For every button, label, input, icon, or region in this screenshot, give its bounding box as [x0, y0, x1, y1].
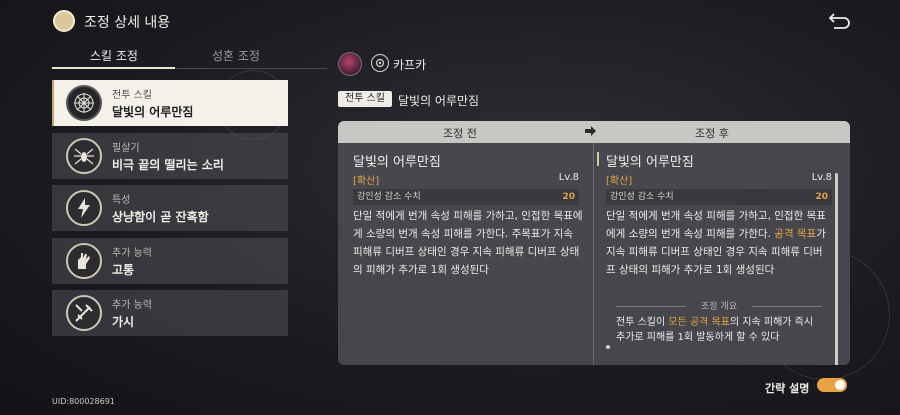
spider-icon: [66, 137, 102, 174]
skill-item-trace-2[interactable]: 추가 능력 가시: [52, 290, 288, 336]
tab-divider: [175, 68, 327, 69]
skill-item-talent[interactable]: 특성 상냥함이 곧 잔혹함: [52, 185, 288, 231]
skill-level: Lv.8: [558, 172, 579, 183]
skill-item-ultimate[interactable]: 필살기 비극 끝의 떨리는 소리: [52, 132, 288, 179]
brief-description-label: 간략 설명: [765, 382, 810, 395]
arrow-right-icon: [583, 124, 597, 138]
skill-tag-row: [확산] Lv.8: [606, 172, 832, 187]
toggle-knob: [835, 380, 845, 390]
title-marker: [597, 152, 599, 166]
summary-highlight: 모든 공격 목표: [668, 317, 730, 328]
skill-list: 전투 스킬 달빛의 어루만짐 필살기 비극 끝의 떨리는 소리 특성 상냥함이 …: [52, 80, 288, 343]
skill-tag-row: [확산] Lv.8: [353, 172, 579, 187]
brief-description-toggle[interactable]: [817, 378, 847, 392]
stat-value: 20: [562, 192, 575, 202]
skill-level: Lv.8: [811, 172, 832, 183]
skill-description: 단일 적에게 번개 속성 피해를 가하고, 인접한 목표에게 소량의 번개 속성…: [353, 210, 583, 276]
comparison-panel: 조정 전 조정 후 달빛의 어루만짐 [확산] Lv.8 강인성 감소 수치 2…: [338, 121, 850, 365]
skill-name-label: 달빛의 어루만짐: [112, 105, 194, 119]
desc-highlight: 공격 목표: [774, 228, 817, 240]
comparison-header: 조정 전 조정 후: [338, 121, 850, 143]
nihility-path-icon: [371, 54, 389, 72]
top-bar: 조정 상세 내용: [0, 0, 900, 44]
toughness-stat-row: 강인성 감소 수치 20: [353, 189, 579, 205]
page-title: 조정 상세 내용: [84, 15, 171, 31]
skill-description: 단일 적에게 번개 속성 피해를 가하고, 인접한 목표에게 소량의 번개 속성…: [606, 207, 832, 279]
after-column: 달빛의 어루만짐 [확산] Lv.8 강인성 감소 수치 20 단일 적에게 번…: [594, 143, 850, 365]
character-avatar: [338, 52, 362, 76]
sword-icon: [66, 295, 102, 331]
skill-name-label: 고통: [112, 262, 135, 277]
skill-type-label: 필살기: [112, 142, 140, 154]
skill-type-label: 전투 스킬: [112, 90, 152, 101]
summary-label: 조정 개요: [606, 299, 832, 313]
selected-skill-title: 달빛의 어루만짐: [398, 94, 480, 108]
uid-label: UID:800028691: [52, 397, 115, 406]
stat-label: 강인성 감소 수치: [610, 192, 674, 202]
skill-effect-tag: [확산]: [606, 176, 633, 187]
skill-type-label: 추가 능력: [112, 247, 152, 259]
web-icon: [66, 85, 102, 121]
skill-name-label: 비극 끝의 떨리는 소리: [112, 157, 224, 172]
app-logo: [53, 10, 75, 32]
skill-effect-tag: [확산]: [353, 176, 380, 187]
summary-part: 전투 스킬이: [616, 317, 669, 328]
skill-item-trace-1[interactable]: 추가 능력 고통: [52, 237, 288, 284]
skill-item-combat[interactable]: 전투 스킬 달빛의 어루만짐: [52, 80, 288, 126]
hand-icon: [66, 242, 102, 279]
skill-category-badge: 전투 스킬: [338, 91, 392, 107]
adjustment-tabs: 스킬 조정 성혼 조정: [52, 44, 327, 70]
after-label: 조정 후: [695, 127, 729, 140]
before-label: 조정 전: [443, 127, 477, 140]
before-column: 달빛의 어루만짐 [확산] Lv.8 강인성 감소 수치 20 단일 적에게 번…: [338, 143, 594, 365]
tab-eidolon-adjust[interactable]: 성혼 조정: [212, 47, 260, 64]
character-name: 카프카: [393, 58, 427, 72]
skill-name-label: 가시: [112, 315, 135, 329]
skill-type-label: 특성: [112, 195, 131, 206]
skill-type-label: 추가 능력: [112, 300, 152, 311]
tab-skill-adjust[interactable]: 스킬 조정: [90, 47, 138, 64]
summary-text: 전투 스킬이 모든 공격 목표의 지속 피해가 즉시 추가로 피해를 1회 발동…: [616, 315, 822, 345]
back-arrow-icon[interactable]: [828, 10, 852, 32]
skill-title: 달빛의 어루만짐: [353, 155, 441, 170]
toughness-stat-row: 강인성 감소 수치 20: [606, 189, 832, 205]
skill-name-label: 상냥함이 곧 잔혹함: [112, 210, 209, 224]
lightning-icon: [66, 190, 102, 226]
skill-title: 달빛의 어루만짐: [606, 155, 694, 170]
stat-label: 강인성 감소 수치: [357, 192, 421, 202]
bullet-icon: [606, 345, 610, 349]
stat-value: 20: [815, 192, 828, 202]
active-tab-indicator: [52, 67, 175, 69]
scrollbar[interactable]: [835, 173, 838, 365]
